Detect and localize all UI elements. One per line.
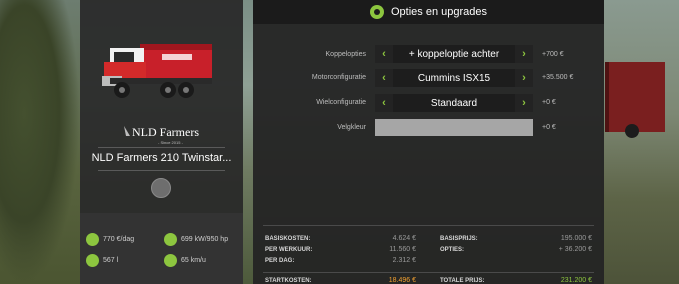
coupling-selector: ‹ + koppeloptie achter › [375,45,533,63]
engine-icon[interactable] [151,178,171,198]
background-scenery-right [601,0,679,284]
svg-text:- Since 2015 -: - Since 2015 - [158,140,184,145]
stat-daily-cost: 770 €/dag [86,233,134,246]
wheels-value: Standaard [430,97,478,109]
vehicle-stats: 770 €/dag 699 kW/950 hp 567 l 65 km/u [80,213,243,284]
wheels-price: +0 € [542,99,556,106]
engine-selector: ‹ Cummins ISX15 › [375,69,533,87]
base-price-value: 195.000 € [560,235,592,242]
option-label-engine: Motorconfiguratie [311,74,366,81]
fuel-icon [86,254,99,267]
wheels-next-button[interactable]: › [515,94,533,112]
options-panel: Opties en upgrades Koppelopties ‹ + kopp… [253,0,604,284]
base-price-label: BASISPRIJS: [440,236,478,242]
coupling-next-button[interactable]: › [515,45,533,63]
per-hour-value: 11.560 € [389,246,416,253]
per-day-value: 2.312 € [392,257,416,264]
stat-speed: 65 km/u [164,254,206,267]
page-title: Opties en upgrades [391,6,488,18]
options-total-value: + 36.200 € [558,246,592,253]
summary-divider [263,225,594,226]
vehicle-info-panel: NLD Farmers - Since 2015 - NLD Farmers 2… [80,0,243,284]
base-cost-label: BASISKOSTEN: [265,236,311,242]
base-cost-value: 4.624 € [392,235,416,242]
dollar-icon [86,233,99,246]
background-trailer [605,62,665,132]
option-label-coupling: Koppelopties [325,51,366,58]
total-price-label: TOTALE PRIJS: [440,278,485,284]
start-cost-label: STARTKOSTEN: [265,278,312,284]
wheels-prev-button[interactable]: ‹ [375,94,393,112]
vehicle-image [102,44,212,98]
rim-color-swatch[interactable] [375,119,533,136]
engine-next-button[interactable]: › [515,69,533,87]
background-trailer-wheel [625,124,639,138]
coupling-price: +700 € [542,51,564,58]
vehicle-name: NLD Farmers 210 Twinstar... [91,152,232,164]
svg-text:NLD Farmers: NLD Farmers [132,125,199,139]
per-day-label: PER DAG: [265,258,295,264]
coupling-prev-button[interactable]: ‹ [375,45,393,63]
gear-icon [370,5,384,19]
wheels-selector: ‹ Standaard › [375,94,533,112]
stat-fuel: 567 l [86,254,118,267]
options-header: Opties en upgrades [253,0,604,24]
background-scenery-left [0,0,80,284]
options-total-label: OPTIES: [440,247,465,253]
engine-power-icon [164,233,177,246]
start-cost-value: 18.496 € [388,277,416,284]
option-label-rim-color: Velgkleur [337,124,366,131]
speedometer-icon [164,254,177,267]
brand-logo: NLD Farmers - Since 2015 - [124,125,199,145]
option-label-wheels: Wielconfiguratie [316,99,366,106]
totals-divider [263,272,594,273]
engine-price: +35.500 € [542,74,574,81]
stat-power: 699 kW/950 hp [164,233,228,246]
engine-prev-button[interactable]: ‹ [375,69,393,87]
total-price-value: 231.200 € [560,277,592,284]
per-hour-label: PER WERKUUR: [265,247,313,253]
coupling-value: + koppeloptie achter [408,48,500,60]
name-divider-top [98,147,225,148]
rim-color-price: +0 € [542,124,556,131]
name-divider-bottom [98,170,225,171]
engine-value: Cummins ISX15 [417,72,491,84]
